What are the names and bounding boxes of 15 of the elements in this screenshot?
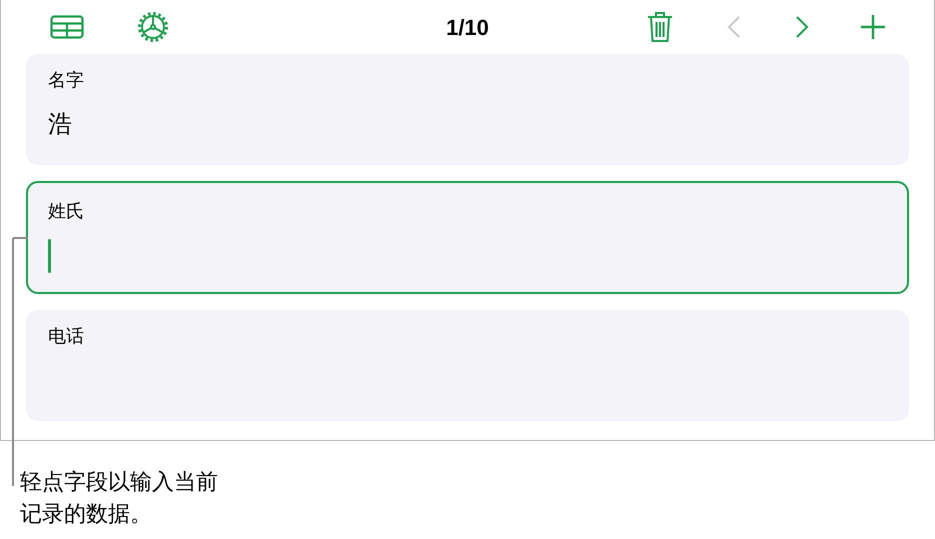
field-value: 浩: [48, 110, 72, 140]
form-field[interactable]: 电话: [26, 310, 909, 421]
add-icon[interactable]: [860, 14, 886, 40]
field-label: 名字: [48, 69, 84, 92]
record-counter: 1/10: [446, 14, 489, 42]
callout-text: 轻点字段以输入当前记录的数据。: [20, 468, 219, 528]
delete-icon[interactable]: [646, 11, 674, 43]
next-icon[interactable]: [794, 15, 810, 39]
table-icon[interactable]: [49, 14, 85, 40]
text-cursor: [48, 239, 51, 273]
settings-icon[interactable]: [137, 11, 169, 43]
field-label: 姓氏: [48, 200, 84, 223]
form-field[interactable]: 名字 浩: [26, 54, 909, 165]
field-label: 电话: [48, 325, 84, 348]
form-field[interactable]: 姓氏: [26, 181, 909, 294]
